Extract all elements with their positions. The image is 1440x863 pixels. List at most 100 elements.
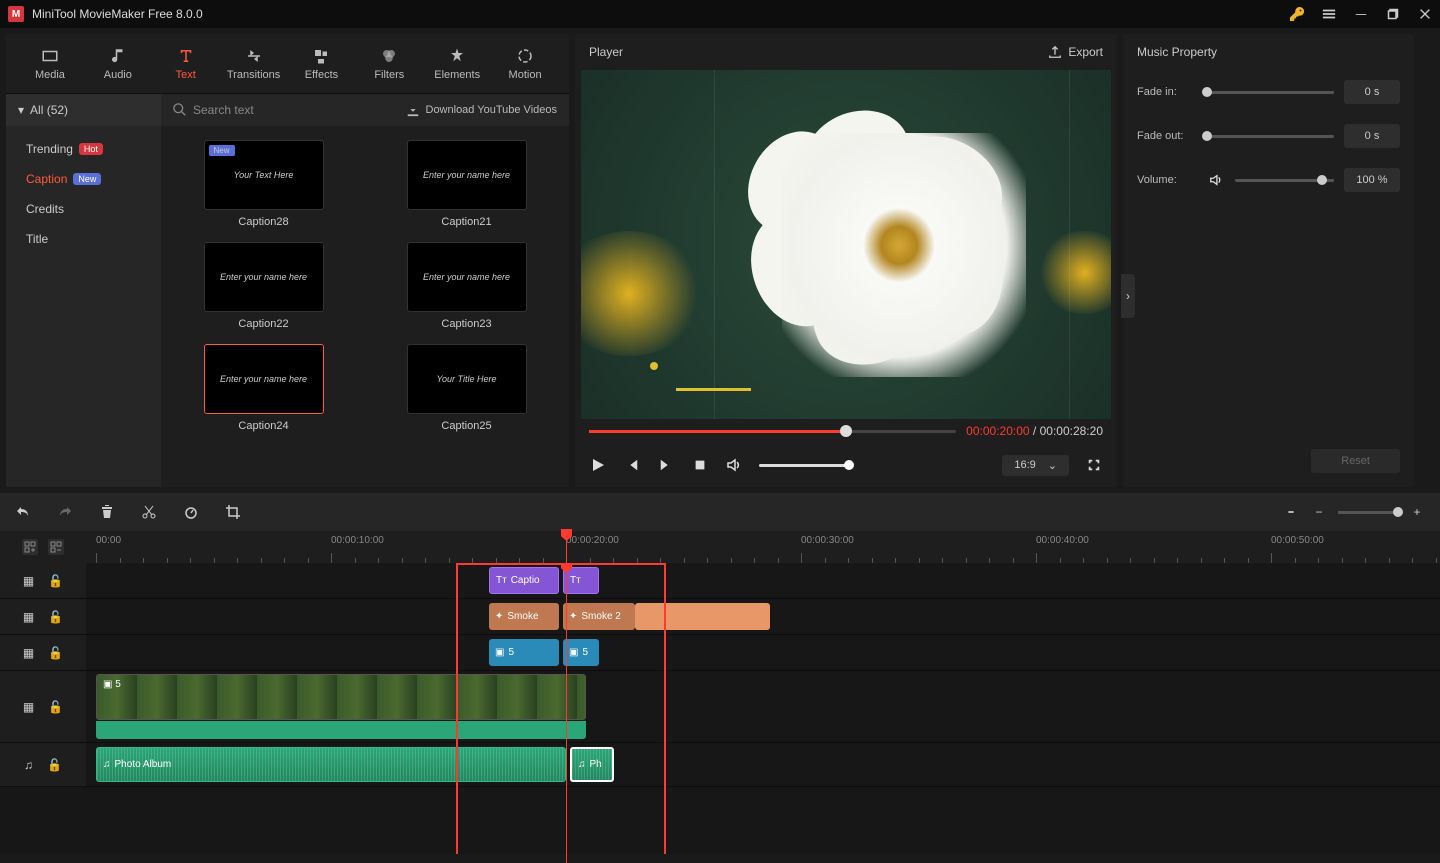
category-title[interactable]: Title bbox=[6, 224, 161, 254]
volume-prop-slider[interactable] bbox=[1235, 179, 1334, 182]
fullscreen-button[interactable] bbox=[1085, 456, 1103, 474]
timeline-ruler[interactable]: 00:0000:00:10:0000:00:20:0000:00:30:0000… bbox=[86, 531, 1440, 563]
fade-out-label: Fade out: bbox=[1137, 130, 1197, 142]
properties-panel: › Music Property Fade in: 0 s Fade out: … bbox=[1123, 34, 1414, 487]
fade-in-value[interactable]: 0 s bbox=[1344, 80, 1400, 104]
license-key-icon[interactable] bbox=[1290, 7, 1304, 21]
timeline-clip[interactable]: ▣5 bbox=[563, 639, 599, 666]
player-title: Player bbox=[589, 45, 623, 59]
search-input[interactable]: Search text bbox=[173, 103, 254, 117]
export-button[interactable]: Export bbox=[1048, 45, 1103, 59]
fade-in-slider[interactable] bbox=[1207, 91, 1334, 94]
player-panel: Player Export 00:00:2 bbox=[575, 34, 1117, 487]
tool-media[interactable]: Media bbox=[16, 38, 84, 89]
play-button[interactable] bbox=[589, 456, 607, 474]
reset-button[interactable]: Reset bbox=[1311, 449, 1400, 473]
lock-icon[interactable]: 🔓 bbox=[47, 758, 62, 772]
chevron-down-icon: ▾ bbox=[18, 103, 24, 117]
crop-button[interactable] bbox=[224, 503, 242, 521]
caption-card[interactable]: Enter your name hereCaption23 bbox=[380, 242, 553, 330]
category-credits[interactable]: Credits bbox=[6, 194, 161, 224]
video-track-icon: ▦ bbox=[23, 610, 34, 624]
zoom-slider[interactable] bbox=[1338, 511, 1398, 514]
stop-button[interactable] bbox=[691, 456, 709, 474]
caption-card[interactable]: Your Title HereCaption25 bbox=[380, 344, 553, 432]
fade-out-value[interactable]: 0 s bbox=[1344, 124, 1400, 148]
speed-button[interactable] bbox=[182, 503, 200, 521]
video-track-icon: ▦ bbox=[23, 646, 34, 660]
split-button[interactable] bbox=[140, 503, 158, 521]
caption-card[interactable]: Enter your name hereCaption24 bbox=[177, 344, 350, 432]
lock-icon[interactable]: 🔓 bbox=[48, 700, 63, 714]
volume-prop-icon[interactable] bbox=[1207, 171, 1225, 189]
volume-slider[interactable] bbox=[759, 464, 849, 467]
timeline-clip[interactable]: ♫Photo Album bbox=[96, 747, 566, 782]
lock-icon[interactable]: 🔓 bbox=[48, 646, 63, 660]
lock-icon[interactable]: 🔓 bbox=[48, 610, 63, 624]
current-time: 00:00:20:00 bbox=[966, 424, 1029, 438]
volume-label: Volume: bbox=[1137, 174, 1197, 186]
video-track-icon: ▦ bbox=[23, 574, 34, 588]
delete-button[interactable] bbox=[98, 503, 116, 521]
tool-audio[interactable]: Audio bbox=[84, 38, 152, 89]
timeline-clip[interactable]: ▣ 5 bbox=[96, 674, 586, 720]
category-trending[interactable]: TrendingHot bbox=[6, 134, 161, 164]
remove-track-button[interactable] bbox=[48, 539, 64, 555]
redo-button[interactable] bbox=[56, 503, 74, 521]
category-caption[interactable]: CaptionNew bbox=[6, 164, 161, 194]
fade-out-slider[interactable] bbox=[1207, 135, 1334, 138]
undo-button[interactable] bbox=[14, 503, 32, 521]
tool-motion[interactable]: Motion bbox=[491, 38, 559, 89]
pip-track: ▦ 🔓 ▣5▣5 bbox=[0, 635, 1440, 671]
timeline-clip[interactable]: ✦Smoke 2 bbox=[563, 603, 635, 630]
zoom-fit-button[interactable] bbox=[1282, 503, 1300, 521]
tool-text[interactable]: Text bbox=[152, 38, 220, 89]
audio-track: ♫🔓 ♫Photo Album♫Ph bbox=[0, 743, 1440, 787]
app-logo-icon: M bbox=[8, 6, 24, 22]
effect-track: ▦ 🔓 ✦Smoke✦Smoke 2 bbox=[0, 599, 1440, 635]
caption-card[interactable]: Enter your name hereCaption21 bbox=[380, 140, 553, 228]
caption-grid: NewYour Text HereCaption28 Enter your nam… bbox=[161, 126, 569, 487]
timeline-clip[interactable]: Tᴛ bbox=[563, 567, 599, 594]
total-time: 00:00:28:20 bbox=[1040, 424, 1103, 438]
caption-overlay-underline bbox=[676, 388, 750, 391]
zoom-out-button[interactable]: − bbox=[1310, 503, 1328, 521]
download-youtube-link[interactable]: Download YouTube Videos bbox=[406, 103, 558, 117]
next-frame-button[interactable] bbox=[657, 456, 675, 474]
close-icon[interactable] bbox=[1418, 7, 1432, 21]
timeline-clip[interactable]: ♫Ph bbox=[570, 747, 614, 782]
timeline-toolbar: − + bbox=[0, 493, 1440, 531]
timeline-clip[interactable]: ✦Smoke bbox=[489, 603, 559, 630]
props-title: Music Property bbox=[1123, 34, 1414, 70]
category-header[interactable]: ▾All (52) bbox=[6, 94, 161, 126]
maximize-icon[interactable] bbox=[1386, 7, 1400, 21]
video-track: ▦🔓 ▣ 5 bbox=[0, 671, 1440, 743]
tool-elements[interactable]: Elements bbox=[423, 38, 491, 89]
caption-overlay-icon bbox=[650, 362, 658, 370]
progress-scrubber[interactable] bbox=[589, 430, 956, 433]
category-sidebar: ▾All (52) TrendingHot CaptionNew Credits… bbox=[6, 94, 161, 487]
timeline-clip[interactable]: TᴛCaptio bbox=[489, 567, 559, 594]
fade-in-label: Fade in: bbox=[1137, 86, 1197, 98]
menu-icon[interactable] bbox=[1322, 7, 1336, 21]
chevron-down-icon: ⌄ bbox=[1048, 459, 1057, 472]
timeline-clip[interactable]: ▣5 bbox=[489, 639, 559, 666]
collapse-props-button[interactable]: › bbox=[1121, 274, 1135, 318]
volume-prop-value[interactable]: 100 % bbox=[1344, 168, 1400, 192]
volume-icon[interactable] bbox=[725, 456, 743, 474]
add-track-button[interactable] bbox=[22, 539, 38, 555]
timeline-clip[interactable] bbox=[635, 603, 770, 630]
tool-transitions[interactable]: Transitions bbox=[220, 38, 288, 89]
player-canvas[interactable] bbox=[581, 70, 1111, 419]
prev-frame-button[interactable] bbox=[623, 456, 641, 474]
timeline: − + 00:0000:00:10:0000:00:20:0000:00:30:… bbox=[0, 493, 1440, 854]
tool-filters[interactable]: Filters bbox=[355, 38, 423, 89]
app-title: MiniTool MovieMaker Free 8.0.0 bbox=[32, 7, 203, 21]
aspect-ratio-select[interactable]: 16:9⌄ bbox=[1002, 455, 1069, 476]
minimize-icon[interactable] bbox=[1354, 7, 1368, 21]
caption-card[interactable]: Enter your name hereCaption22 bbox=[177, 242, 350, 330]
tool-effects[interactable]: Effects bbox=[288, 38, 356, 89]
lock-icon[interactable]: 🔓 bbox=[48, 574, 63, 588]
zoom-in-button[interactable]: + bbox=[1408, 503, 1426, 521]
caption-card[interactable]: NewYour Text HereCaption28 bbox=[177, 140, 350, 228]
